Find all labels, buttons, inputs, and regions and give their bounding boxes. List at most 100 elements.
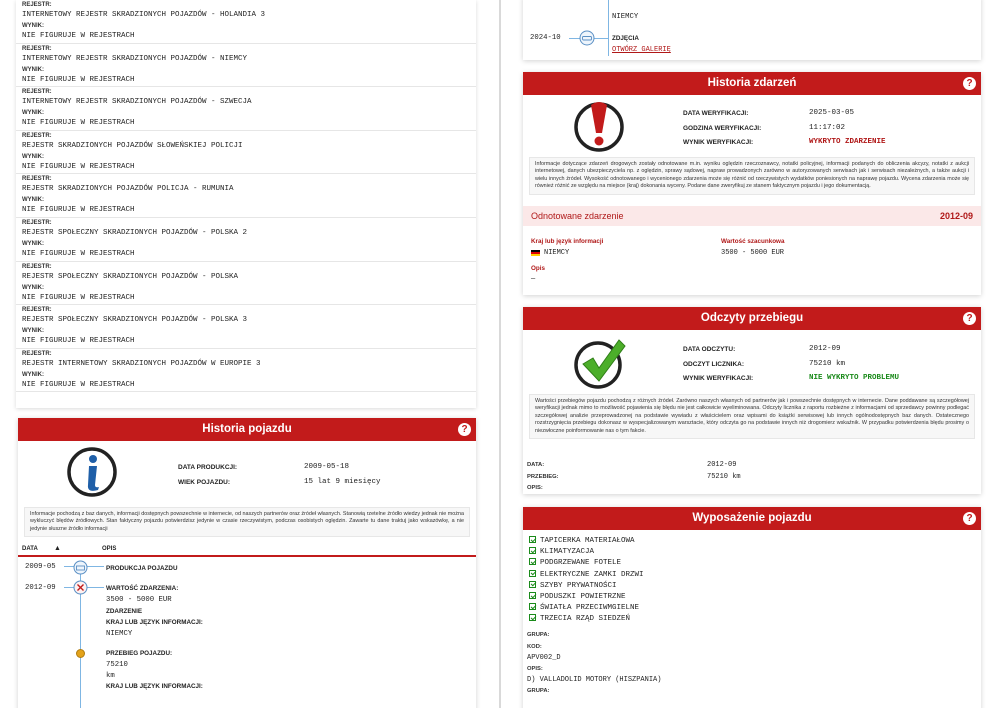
equipment-item: PODUSZKI POWIETRZNE xyxy=(529,592,626,601)
value-value: 3500 - 5000 EUR xyxy=(721,249,785,257)
register-result-label: WYNIK: xyxy=(22,328,44,335)
help-icon[interactable]: ? xyxy=(963,77,976,90)
sort-icon[interactable]: ▲ xyxy=(54,545,61,552)
verify-time-value: 11:17:02 xyxy=(809,124,846,132)
mileage-dot xyxy=(76,649,85,658)
group-label: GRUPA: xyxy=(527,688,550,694)
read-date-label: DATA ODCZYTU: xyxy=(683,346,736,353)
incident-history-card: Historia zdarzeń ? DATA WERYFIKACJI: 202… xyxy=(523,72,981,295)
equipment-item-label: PODUSZKI POWIETRZNE xyxy=(540,593,626,601)
event-value-label: WARTOŚĆ ZDARZENIA: xyxy=(106,585,179,592)
register-label: REJESTR: xyxy=(22,2,52,8)
car-icon xyxy=(579,30,595,46)
mileage-date-label: DATA: xyxy=(527,462,545,468)
mileage-verify-value: NIE WYKRYTO PROBLEMU xyxy=(809,374,900,382)
event-value: 3500 - 5000 EUR xyxy=(106,596,172,604)
register-result: NIE FIGURUJE W REJESTRACH xyxy=(22,337,135,346)
vehicle-history-header: Historia pojazdu ? xyxy=(18,418,476,441)
register-result-label: WYNIK: xyxy=(22,284,44,291)
event-bar: Odnotowane zdarzenie 2012-09 xyxy=(523,206,981,226)
check-icon xyxy=(529,558,536,566)
equipment-item-label: TRZECIA RZĄD SIEDZEŃ xyxy=(540,615,631,624)
register-result-label: WYNIK: xyxy=(22,153,44,160)
event-date: 2012-09 xyxy=(25,584,56,592)
mileage-date-value: 2012-09 xyxy=(707,461,737,469)
register-name: REJESTR SPOŁECZNY SKRADZIONYCH POJAZDÓW … xyxy=(22,272,239,281)
check-icon xyxy=(529,592,536,599)
col-date-header[interactable]: DATA xyxy=(22,546,38,552)
register-item: REJESTR: INTERNETOWY REJESTR SKRADZIONYCH… xyxy=(16,87,476,131)
equipment-item: KLIMATYZACJA xyxy=(529,547,594,556)
photos-label: ZDJĘCIA xyxy=(612,35,639,42)
group-label: GRUPA: xyxy=(527,632,550,638)
checkmark-icon xyxy=(574,339,626,389)
vehicle-age-label: WIEK POJAZDU: xyxy=(178,479,230,486)
equipment-item-label: ŚWIATŁA PRZECIWMGIELNE xyxy=(540,604,640,613)
mileage-km-label: PRZEBIEG: xyxy=(527,474,559,480)
vehicle-history-card: Historia pojazdu ? DATA PRODUKCJI: 2009-… xyxy=(18,418,476,708)
event-country: NIEMCY xyxy=(106,630,133,638)
open-gallery-link[interactable]: OTWÓRZ GALERIĘ xyxy=(612,46,671,54)
event-mileage-unit: km xyxy=(106,672,115,680)
event-bar-title: Odnotowane zdarzenie xyxy=(531,211,624,221)
description-label: Opis xyxy=(531,265,545,272)
damage-icon xyxy=(73,580,88,595)
history-continuation: NIEMCY 2024-10 ZDJĘCIA OTWÓRZ GALERIĘ xyxy=(523,0,981,60)
register-result-label: WYNIK: xyxy=(22,240,44,247)
vehicle-history-title: Historia pojazdu xyxy=(202,423,292,435)
check-icon xyxy=(529,603,536,611)
register-item: REJESTR: REJESTR SPOŁECZNY SKRADZIONYCH P… xyxy=(16,262,476,306)
event-bar-date: 2012-09 xyxy=(939,211,973,221)
desc-value: D) VALLADOLID MOTORY (HISZPANIA) xyxy=(527,676,662,684)
register-label: REJESTR: xyxy=(22,132,52,139)
right-column: NIEMCY 2024-10 ZDJĘCIA OTWÓRZ GALERIĘ Hi… xyxy=(501,0,1000,708)
check-icon xyxy=(529,569,536,577)
register-result: NIE FIGURUJE W REJESTRACH xyxy=(22,293,135,302)
odometer-value: 75210 km xyxy=(809,360,846,368)
register-result: NIE FIGURUJE W REJESTRACH xyxy=(22,162,135,171)
event-title: PRODUKCJA POJAZDU xyxy=(106,565,178,572)
register-result: NIE FIGURUJE W REJESTRACH xyxy=(22,119,135,128)
register-name: REJESTR SKRADZIONYCH POJAZDÓW POLICJA - … xyxy=(22,185,234,194)
help-icon[interactable]: ? xyxy=(458,423,471,436)
vehicle-age-value: 15 lat 9 miesięcy xyxy=(304,478,381,486)
register-item: REJESTR: INTERNETOWY REJESTR SKRADZIONYCH… xyxy=(16,0,476,44)
check-icon xyxy=(529,547,536,555)
register-label: REJESTR: xyxy=(22,307,52,314)
equipment-item: TAPICERKA MATERIAŁOWA xyxy=(529,536,635,545)
mileage-rows: DATA: 2012-09 PRZEBIEG: 75210 km OPIS: xyxy=(523,456,981,496)
register-result: NIE FIGURUJE W REJESTRACH xyxy=(22,75,135,84)
equipment-item: TRZECIA RZĄD SIEDZEŃ xyxy=(529,614,630,623)
equipment-item-label: KLIMATYZACJA xyxy=(540,548,595,557)
register-name: REJESTR SPOŁECZNY SKRADZIONYCH POJAZDÓW … xyxy=(22,316,248,325)
equipment-title: Wyposażenie pojazdu xyxy=(692,512,812,524)
info-icon xyxy=(67,447,117,497)
history-notice: Informacje pochodzą z baz danych, inform… xyxy=(24,507,470,538)
check-icon xyxy=(529,536,536,543)
register-result-label: WYNIK: xyxy=(22,110,44,117)
register-name: INTERNETOWY REJESTR SKRADZIONYCH POJAZDÓ… xyxy=(22,54,248,63)
event-country-label: KRAJ LUB JĘZYK INFORMACJI: xyxy=(106,619,203,626)
register-item: REJESTR: REJESTR SKRADZIONYCH POJAZDÓW SŁ… xyxy=(16,131,476,175)
event-country: NIEMCY xyxy=(612,13,639,21)
code-label: KOD: xyxy=(527,644,542,650)
description-value: — xyxy=(531,275,536,283)
register-result-label: WYNIK: xyxy=(22,23,44,29)
event-mileage: 75210 xyxy=(106,661,128,669)
register-name: INTERNETOWY REJESTR SKRADZIONYCH POJAZDÓ… xyxy=(22,98,252,107)
register-item: REJESTR: REJESTR SPOŁECZNY SKRADZIONYCH P… xyxy=(16,305,476,349)
production-date-label: DATA PRODUKCJI: xyxy=(178,464,238,471)
register-item: REJESTR: REJESTR INTERNETOWY SKRADZIONYCH… xyxy=(16,349,476,393)
help-icon[interactable]: ? xyxy=(963,312,976,325)
mileage-km-value: 75210 km xyxy=(707,473,741,481)
register-result: NIE FIGURUJE W REJESTRACH xyxy=(22,380,135,389)
verify-result-label: WYNIK WERYFIKACJI: xyxy=(683,139,754,146)
incident-history-header: Historia zdarzeń ? xyxy=(523,72,981,95)
help-icon[interactable]: ? xyxy=(963,512,976,525)
register-label: REJESTR: xyxy=(22,350,52,357)
equipment-item-label: PODGRZEWANE FOTELE xyxy=(540,559,622,568)
register-result: NIE FIGURUJE W REJESTRACH xyxy=(22,249,135,258)
col-desc-header: OPIS xyxy=(102,546,117,552)
verify-result-value: WYKRYTO ZDARZENIE xyxy=(809,138,886,146)
mileage-desc-label: OPIS: xyxy=(527,485,543,491)
